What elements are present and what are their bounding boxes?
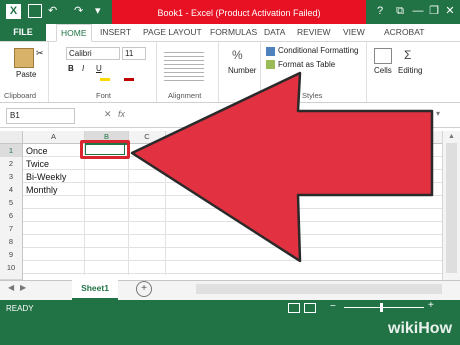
row-header-2[interactable]: 2 (0, 157, 23, 171)
gridline (84, 144, 85, 275)
italic-button[interactable]: I (82, 64, 84, 73)
vertical-scrollbar[interactable]: ▲ (442, 131, 460, 280)
row-header-1[interactable]: 1 (0, 144, 23, 158)
tab-acrobat[interactable]: ACROBAT (384, 24, 424, 41)
tab-review[interactable]: REVIEW (297, 24, 331, 41)
undo-icon[interactable]: ↶ (48, 4, 57, 19)
cell-b1[interactable] (85, 143, 125, 155)
scroll-up-icon[interactable]: ▲ (448, 133, 455, 140)
cell-a4[interactable]: Monthly (26, 183, 58, 196)
scroll-thumb[interactable] (446, 143, 457, 273)
font-label: Font (96, 91, 112, 100)
status-bar: READY − + wikiHow (0, 300, 460, 345)
paste-button[interactable]: Paste (16, 70, 36, 79)
help-button[interactable]: ? (372, 3, 388, 19)
cell-a3[interactable]: Bi-Weekly (26, 170, 66, 183)
wikihow-watermark: wikiHow (388, 320, 453, 337)
conditional-formatting-button[interactable]: Conditional Formatting (278, 46, 358, 55)
cancel-icon[interactable]: ✕ (104, 109, 112, 120)
row-header-6[interactable]: 6 (0, 209, 23, 223)
cut-icon[interactable]: ✂ (36, 48, 44, 59)
restore-button[interactable]: ❐ (426, 3, 442, 19)
minimize-button[interactable]: — (410, 3, 426, 19)
tab-home[interactable]: HOME (56, 24, 92, 42)
row-header-7[interactable]: 7 (0, 222, 23, 236)
cell-a1[interactable]: Once (26, 144, 48, 157)
row-header-4[interactable]: 4 (0, 183, 23, 197)
quick-access-dropdown-icon[interactable]: ▾ (95, 4, 101, 19)
fill-color-icon[interactable] (100, 78, 110, 81)
column-header-a[interactable]: A (23, 131, 85, 143)
row-header-10[interactable]: 10 (0, 261, 23, 280)
cell-a2[interactable]: Twice (26, 157, 49, 170)
tab-data[interactable]: DATA (264, 24, 285, 41)
row-header-8[interactable]: 8 (0, 235, 23, 249)
sheet-tab[interactable]: Sheet1 (72, 280, 118, 300)
row-header-9[interactable]: 9 (0, 248, 23, 262)
red-arrow-annotation (130, 71, 434, 263)
tab-insert[interactable]: INSERT (100, 24, 131, 41)
horizontal-scrollbar[interactable] (196, 284, 442, 294)
normal-view-icon[interactable] (288, 303, 300, 313)
font-name-select[interactable]: Calibri (66, 47, 120, 60)
page-layout-view-icon[interactable] (304, 303, 316, 313)
zoom-slider[interactable] (344, 307, 424, 308)
zoom-in-button[interactable]: + (428, 300, 434, 311)
status-ready: READY (6, 304, 34, 313)
sheet-prev-icon[interactable]: ◀ (8, 283, 14, 292)
name-box[interactable]: B1 (6, 108, 75, 124)
select-all-corner[interactable] (0, 131, 23, 143)
arrow-shape (130, 71, 434, 263)
close-button[interactable]: ✕ (442, 3, 458, 19)
redo-icon[interactable]: ↷ (74, 4, 83, 19)
tab-view[interactable]: VIEW (343, 24, 365, 41)
tab-page-layout[interactable]: PAGE LAYOUT (143, 24, 202, 41)
clipboard-label: Clipboard (4, 91, 37, 100)
add-sheet-button[interactable]: + (136, 281, 152, 297)
excel-logo-icon: X (6, 4, 21, 19)
row-header-3[interactable]: 3 (0, 170, 23, 184)
zoom-slider-thumb[interactable] (380, 303, 383, 312)
row-header-5[interactable]: 5 (0, 196, 23, 210)
save-icon[interactable] (28, 4, 42, 18)
title-bar: X ↶ ↷ ▾ Book1 - Excel (Product Activatio… (0, 0, 460, 24)
sheet-next-icon[interactable]: ▶ (20, 283, 26, 292)
ribbon-display-icon[interactable]: ⧉ (392, 3, 408, 19)
paste-icon[interactable] (14, 48, 34, 68)
underline-button[interactable]: U (96, 64, 102, 73)
bold-button[interactable]: B (68, 64, 74, 73)
zoom-out-button[interactable]: − (330, 301, 336, 312)
tab-file[interactable]: FILE (0, 24, 46, 41)
window-title: Book1 - Excel (Product Activation Failed… (112, 0, 366, 24)
tab-formulas[interactable]: FORMULAS (210, 24, 257, 41)
